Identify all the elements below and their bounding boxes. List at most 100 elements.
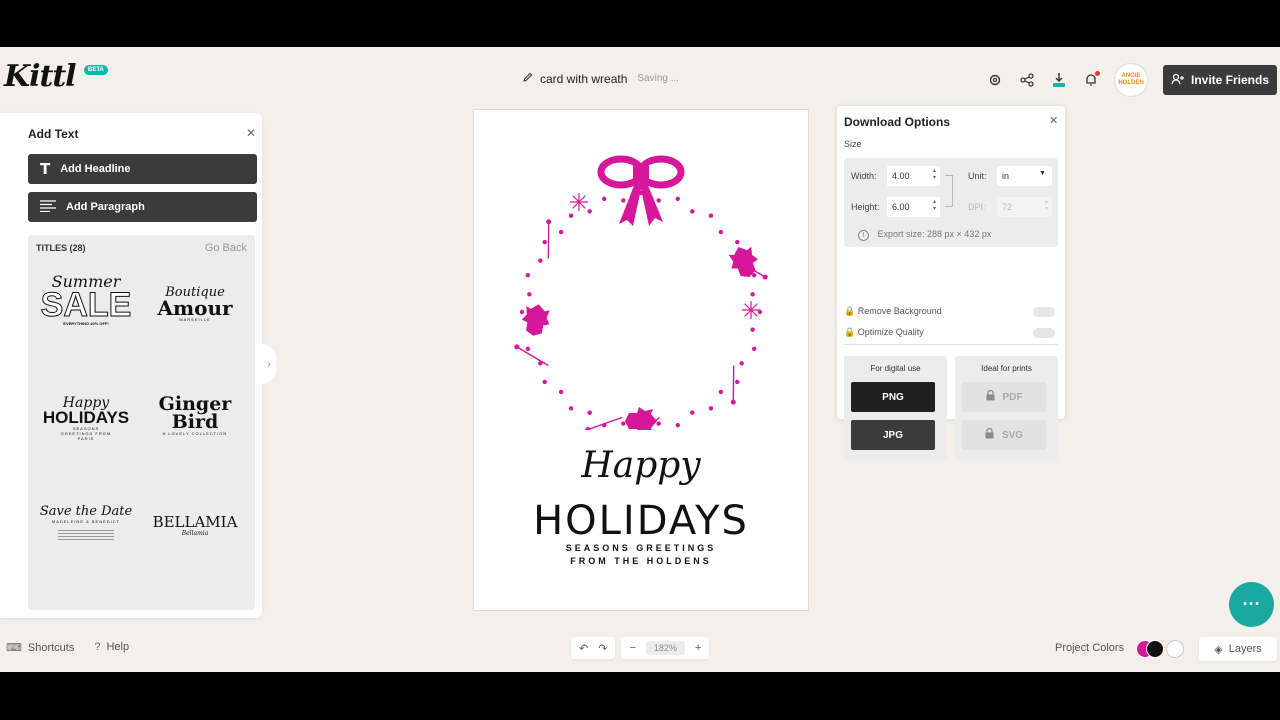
notification-dot	[1095, 71, 1100, 76]
caret-down-icon: ▼	[1039, 170, 1046, 177]
optimize-quality-label: Optimize Quality	[857, 327, 924, 337]
export-size: ! Export size: 288 px × 432 px	[858, 229, 991, 241]
title-template-happy-holidays[interactable]: Happy HOLIDAYS SEASONS GREETINGS FROM PA…	[36, 396, 136, 441]
project-colors-label: Project Colors	[1055, 642, 1125, 654]
close-icon[interactable]: ✕	[1049, 114, 1058, 127]
template-line: Bellamia	[181, 530, 209, 537]
width-label: Width:	[851, 171, 877, 181]
collapse-panel-tab[interactable]: ›	[262, 344, 276, 384]
history-controls: ↶ ↷	[571, 637, 616, 659]
size-settings: Width: 4.00 ▴ ▾ Height: 6.00 ▴ ▾ Unit: in …	[844, 158, 1058, 247]
download-options-panel: Download Options ✕ Size Width: 4.00 ▴ ▾ H…	[837, 106, 1065, 460]
pdf-button[interactable]: PDF	[962, 382, 1046, 412]
undo-icon[interactable]: ↶	[579, 642, 588, 655]
close-icon[interactable]: ✕	[246, 126, 256, 140]
title-template-save-the-date[interactable]: Save the Date MADELEINE & BENEDICT	[36, 505, 136, 540]
zoom-out-button[interactable]: −	[629, 642, 635, 654]
digital-use-header: For digital use	[870, 364, 921, 373]
avatar[interactable]: ANGIE HOLDEN	[1114, 63, 1148, 97]
bell-icon[interactable]	[1082, 71, 1100, 89]
svg-label: SVG	[1001, 429, 1024, 441]
print-formats: Ideal for prints PDF SVG	[955, 356, 1058, 460]
beta-badge: BETA	[84, 65, 108, 75]
add-user-icon	[1171, 73, 1185, 88]
share-icon[interactable]	[1018, 71, 1036, 89]
height-stepper[interactable]: ▴ ▾	[933, 199, 936, 213]
svg-button[interactable]: SVG	[962, 420, 1046, 450]
lock-icon: 🔒	[844, 327, 856, 337]
bottom-left-links: ⌨ Shortcuts ? Help	[6, 641, 129, 654]
zoom-controls: ↶ ↷ − 182% +	[571, 637, 710, 659]
titles-gallery: TITLES (28) Go Back Summer SALE EVERYTHI…	[28, 235, 255, 610]
dpi-value: 72	[1002, 202, 1013, 212]
template-line: HOLIDAYS	[42, 408, 130, 427]
digital-formats: For digital use PNG JPG	[844, 356, 947, 460]
link-icon[interactable]	[945, 175, 953, 207]
width-stepper[interactable]: ▴ ▾	[933, 168, 936, 182]
optimize-quality-toggle[interactable]	[1033, 328, 1055, 338]
card-seasons-text[interactable]: SEASONS GREETINGS	[474, 543, 808, 553]
png-button[interactable]: PNG	[851, 382, 935, 412]
remove-background-toggle[interactable]	[1033, 307, 1055, 317]
zoom-level[interactable]: 182%	[645, 641, 685, 655]
height-field[interactable]: 6.00 ▴ ▾	[887, 197, 940, 217]
chat-bubble-button[interactable]: ···	[1229, 582, 1274, 627]
template-line: Bird	[171, 411, 219, 433]
titles-header: TITLES (28)	[36, 243, 86, 253]
template-line: A LOVELY COLLECTION	[162, 431, 228, 436]
help-link[interactable]: ? Help	[94, 641, 129, 654]
dpi-label: DPI:	[968, 202, 986, 212]
download-options-title: Download Options	[844, 115, 950, 129]
prints-header: Ideal for prints	[981, 364, 1032, 373]
panel-title: Add Text	[28, 127, 79, 141]
pencil-icon	[522, 71, 534, 86]
zoom-in-button[interactable]: +	[695, 642, 701, 654]
document-title[interactable]: card with wreath Saving ...	[522, 71, 679, 86]
layers-button[interactable]: ◈ Layers	[1199, 637, 1277, 661]
invite-friends-button[interactable]: Invite Friends	[1163, 65, 1277, 95]
remove-background-row: 🔒 Remove Background	[844, 306, 942, 317]
height-label: Height:	[851, 202, 880, 212]
document-name[interactable]: card with wreath	[540, 72, 627, 86]
title-template-bellamia[interactable]: BELLAMIA Bellamia	[145, 513, 245, 538]
design-canvas[interactable]: Happy HOLIDAYS SEASONS GREETINGS FROM TH…	[473, 109, 809, 611]
help-icon: ?	[94, 641, 101, 653]
shortcuts-link[interactable]: ⌨ Shortcuts	[6, 641, 74, 654]
dpi-stepper[interactable]: ▴ ▾	[1045, 199, 1048, 213]
zoom-box: − 182% +	[621, 637, 710, 659]
kittl-logo[interactable]: Kittl	[4, 59, 77, 94]
go-back-link[interactable]: Go Back	[205, 242, 247, 254]
width-field[interactable]: 4.00 ▴ ▾	[887, 166, 940, 186]
title-template-summer-sale[interactable]: Summer SALE EVERYTHING 40% OFF!	[36, 274, 136, 327]
card-holidays-text[interactable]: HOLIDAYS	[474, 498, 808, 544]
invite-label: Invite Friends	[1190, 73, 1270, 87]
shortcuts-label: Shortcuts	[27, 642, 75, 654]
card-happy-text[interactable]: Happy	[474, 445, 808, 486]
gear-icon[interactable]	[986, 71, 1004, 89]
add-paragraph-button[interactable]: Add Paragraph	[28, 192, 257, 222]
color-swatch[interactable]	[1166, 640, 1184, 658]
top-toolbar	[986, 71, 1100, 89]
keyboard-icon: ⌨	[6, 642, 22, 654]
redo-icon[interactable]: ↷	[598, 642, 607, 655]
add-text-panel: Add Text ✕ T Add Headline Add Paragraph …	[0, 113, 262, 618]
height-value: 6.00	[892, 202, 910, 212]
dpi-field[interactable]: 72 ▴ ▾	[997, 197, 1052, 217]
download-icon[interactable]	[1050, 71, 1068, 89]
jpg-button[interactable]: JPG	[851, 420, 935, 450]
remove-background-label: Remove Background	[857, 306, 942, 316]
template-line: Amour	[157, 296, 233, 320]
wreath-graphic[interactable]	[474, 110, 808, 430]
help-label: Help	[106, 641, 130, 653]
title-template-boutique-amour[interactable]: Boutique Amour MARSEILLE	[145, 286, 245, 322]
title-template-ginger-bird[interactable]: Ginger Bird A LOVELY COLLECTION	[145, 395, 245, 437]
add-headline-button[interactable]: T Add Headline	[28, 154, 257, 184]
project-color-swatches[interactable]	[1136, 640, 1184, 658]
color-swatch[interactable]	[1146, 640, 1164, 658]
template-line: BELLAMIA	[152, 513, 238, 531]
pdf-label: PDF	[1002, 391, 1023, 403]
png-label: PNG	[882, 391, 904, 403]
template-line: MADELEINE & BENEDICT	[51, 519, 121, 524]
unit-select[interactable]: in ▼	[997, 166, 1052, 186]
card-from-text[interactable]: FROM THE HOLDENS	[474, 556, 808, 566]
